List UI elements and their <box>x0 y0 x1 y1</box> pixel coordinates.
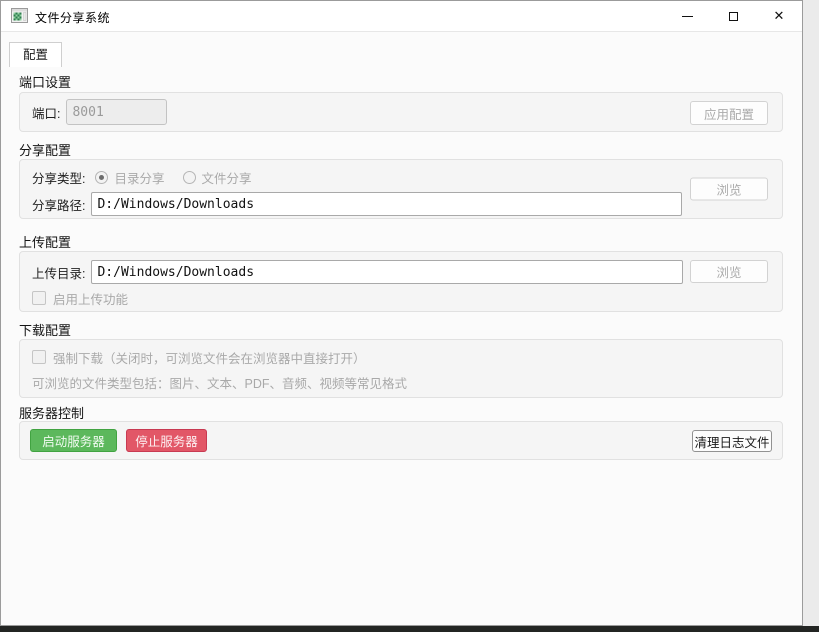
maximize-icon <box>729 12 738 21</box>
upload-groupbox: 上传目录: 浏览 启用上传功能 <box>19 251 783 312</box>
port-input[interactable] <box>66 99 167 125</box>
enable-upload-checkbox[interactable] <box>32 291 46 305</box>
start-server-button[interactable]: 启动服务器 <box>30 429 117 452</box>
apply-config-button[interactable]: 应用配置 <box>690 101 768 125</box>
screen: 文件分享系统 ✕ 配置 控制台 关于 端口设置 端口: 应用配置 <box>0 0 819 632</box>
share-groupbox: 分享类型: 目录分享 文件分享 分享路径: 浏览 <box>19 159 783 219</box>
server-groupbox: 启动服务器 停止服务器 清理日志文件 <box>19 421 783 460</box>
radio-file-share-label: 文件分享 <box>202 168 252 187</box>
server-section-heading: 服务器控制 <box>19 403 84 422</box>
app-window: 文件分享系统 ✕ 配置 控制台 关于 端口设置 端口: 应用配置 <box>0 0 803 626</box>
browsable-types-note: 可浏览的文件类型包括：图片、文本、PDF、音频、视频等常见格式 <box>32 373 407 392</box>
config-panel: 端口设置 端口: 应用配置 分享配置 分享类型: 目录分享 文件分享 <box>1 33 802 625</box>
window-controls: ✕ <box>664 1 802 32</box>
share-path-input[interactable] <box>91 192 682 216</box>
download-section-heading: 下载配置 <box>19 320 71 339</box>
port-label: 端口: <box>32 103 60 122</box>
force-download-label: 强制下载（关闭时，可浏览文件会在浏览器中直接打开） <box>53 348 366 367</box>
close-button[interactable]: ✕ <box>756 1 802 32</box>
port-groupbox: 端口: 应用配置 <box>19 92 783 132</box>
share-section-heading: 分享配置 <box>19 140 71 159</box>
port-section-heading: 端口设置 <box>19 72 71 91</box>
share-type-label: 分享类型: <box>32 168 85 187</box>
maximize-button[interactable] <box>710 1 756 32</box>
tab-config[interactable]: 配置 <box>9 42 62 67</box>
radio-directory-share[interactable] <box>95 171 108 184</box>
enable-upload-label: 启用上传功能 <box>53 289 128 308</box>
radio-file-share[interactable] <box>183 171 196 184</box>
desktop-background-bottom <box>0 626 819 632</box>
minimize-icon <box>682 16 693 17</box>
clear-log-button[interactable]: 清理日志文件 <box>692 430 772 452</box>
share-browse-button[interactable]: 浏览 <box>690 178 768 201</box>
radio-directory-share-label: 目录分享 <box>114 168 164 187</box>
minimize-button[interactable] <box>664 1 710 32</box>
upload-dir-input[interactable] <box>91 260 683 284</box>
close-icon: ✕ <box>774 10 785 23</box>
app-icon <box>11 8 28 25</box>
upload-browse-button[interactable]: 浏览 <box>690 260 768 283</box>
upload-section-heading: 上传配置 <box>19 232 71 251</box>
upload-dir-label: 上传目录: <box>32 263 85 282</box>
window-title: 文件分享系统 <box>35 9 110 26</box>
download-groupbox: 强制下载（关闭时，可浏览文件会在浏览器中直接打开） 可浏览的文件类型包括：图片、… <box>19 339 783 398</box>
desktop-background-right <box>803 0 819 626</box>
titlebar: 文件分享系统 ✕ <box>1 1 802 32</box>
stop-server-button[interactable]: 停止服务器 <box>126 429 207 452</box>
force-download-checkbox[interactable] <box>32 350 46 364</box>
share-path-label: 分享路径: <box>32 195 85 214</box>
